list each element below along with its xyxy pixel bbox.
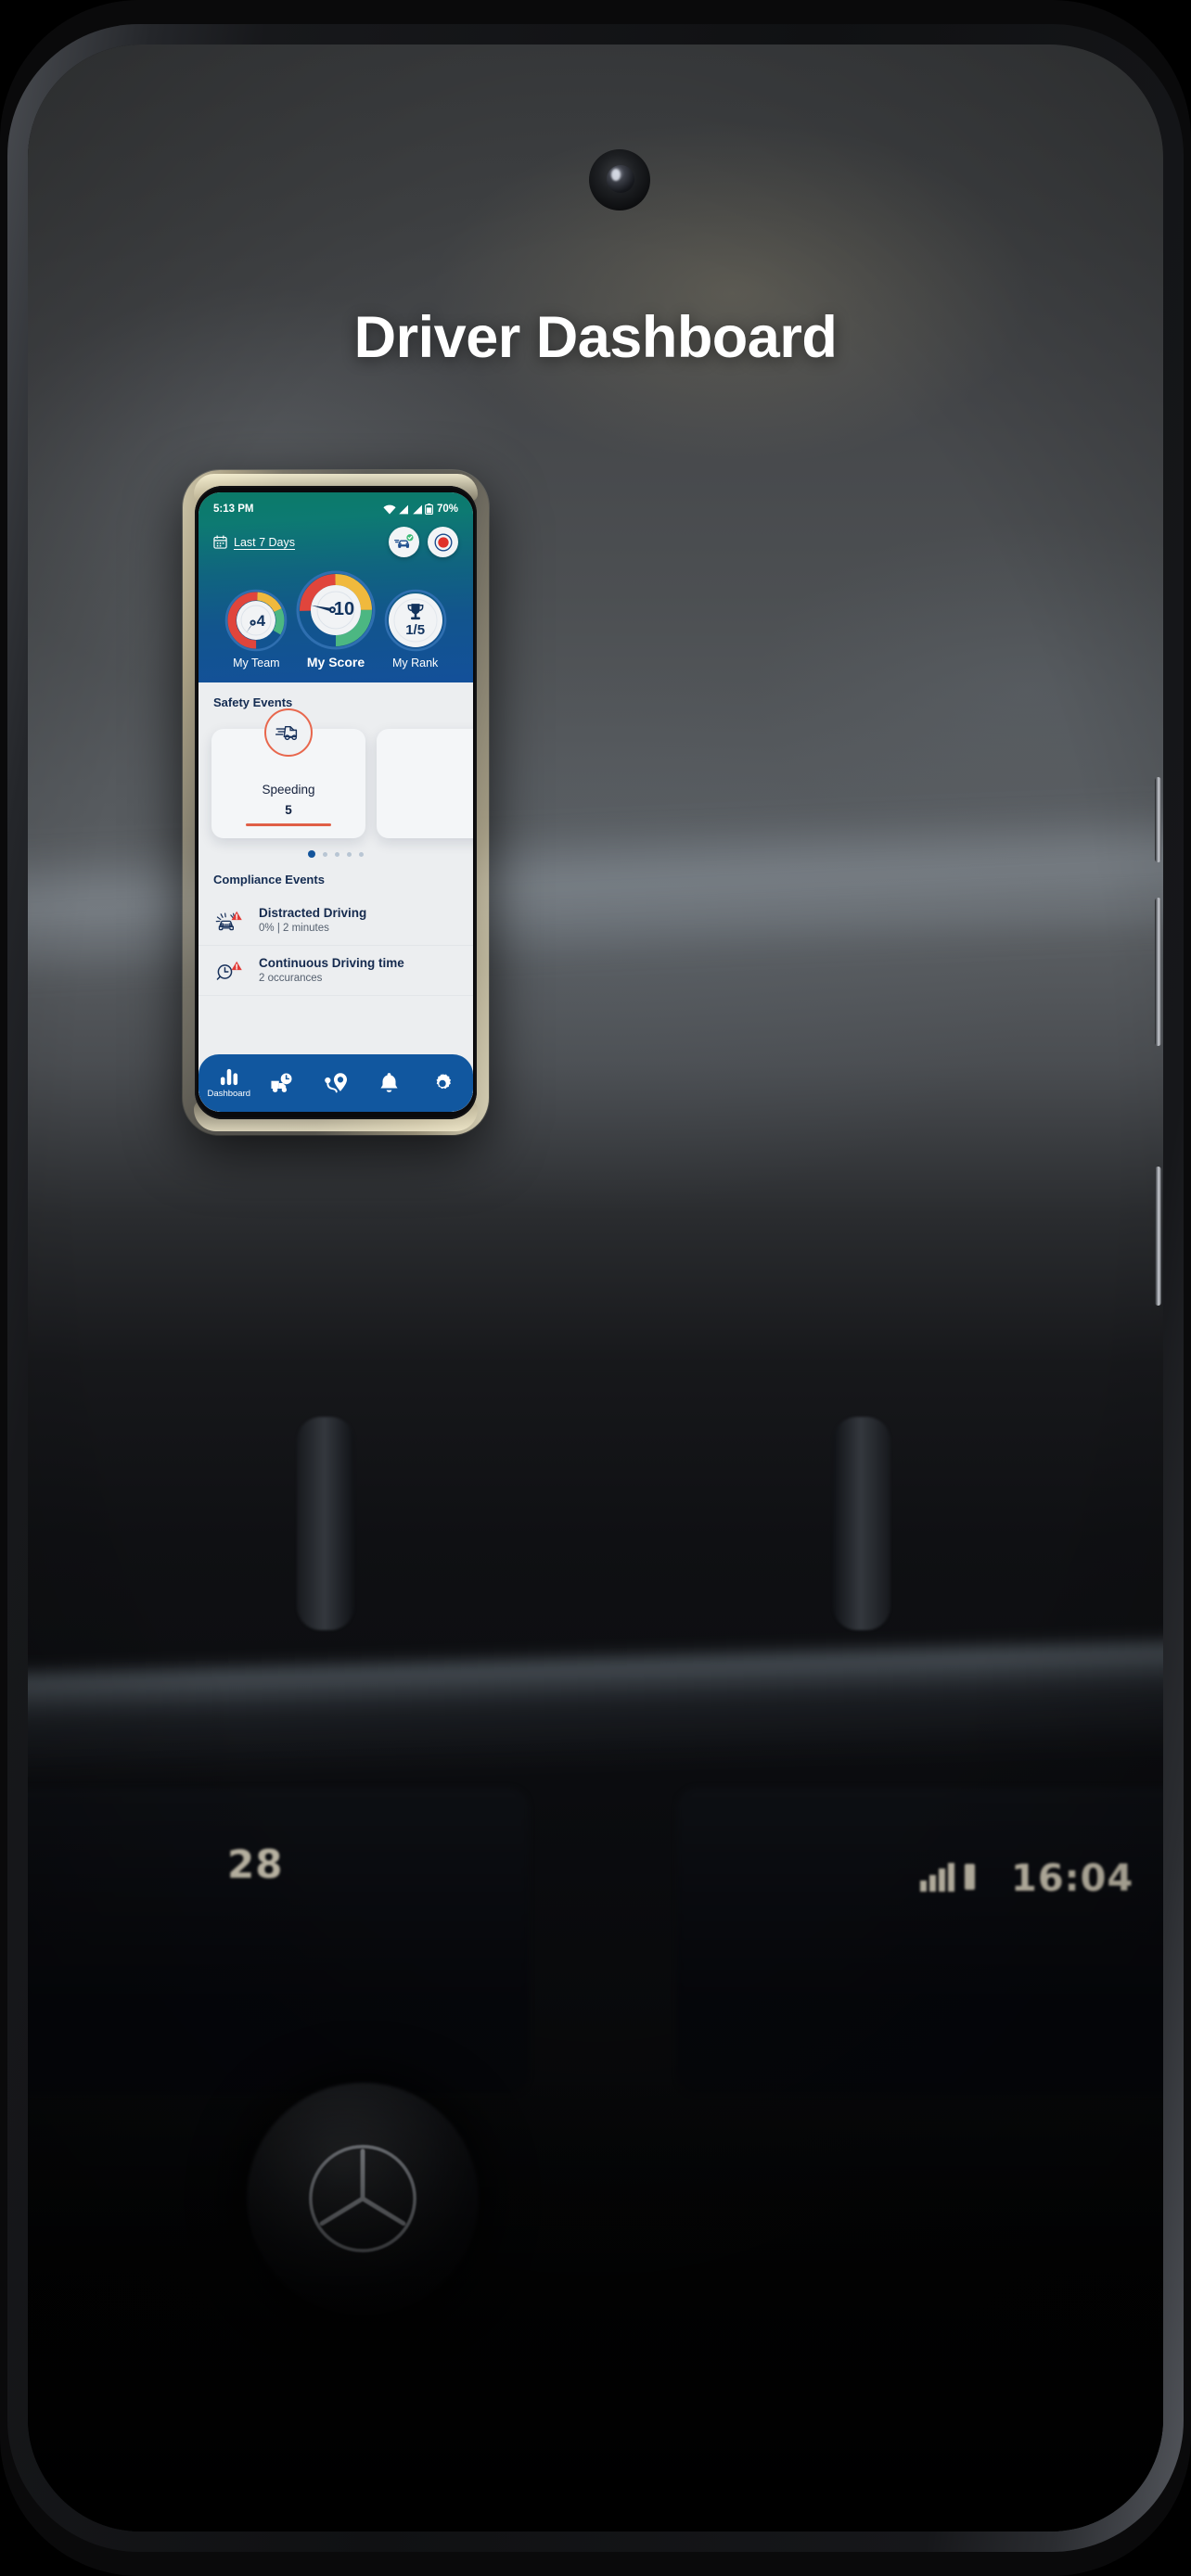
gauges-row: 4 My Team 10 My Score 1/5 My Rank — [211, 557, 460, 670]
compliance-subtitle: 0% | 2 minutes — [259, 923, 329, 934]
compliance-events-title: Compliance Events — [213, 873, 325, 886]
battery-icon — [425, 504, 434, 515]
mounted-phone: 5:13 PM 70% Last 7 Days 4 My Team 10 My … — [183, 470, 489, 1135]
my-team-label: My Team — [233, 657, 280, 670]
status-time: 5:13 PM — [213, 504, 254, 515]
camera-lens — [607, 165, 634, 193]
compliance-title: Distracted Driving — [259, 906, 367, 920]
distracted-driving-glyph — [215, 911, 242, 931]
car-check-icon — [393, 533, 414, 548]
nav-item-settings[interactable] — [416, 1072, 469, 1094]
phone-body: 5:13 PM 70% Last 7 Days 4 My Team 10 My … — [195, 486, 477, 1119]
trophy-icon — [407, 604, 424, 620]
compliance-events-list: Distracted Driving 0% | 2 minutes Contin… — [198, 896, 473, 996]
compliance-text: Distracted Driving 0% | 2 minutes — [259, 906, 366, 934]
route-pin-icon — [325, 1073, 347, 1093]
safety-event-name: Speeding — [262, 783, 315, 797]
my-team-value: 4 — [256, 612, 266, 630]
carousel-pagination[interactable] — [198, 850, 473, 858]
safety-event-card[interactable]: Speeding 5 — [211, 708, 365, 838]
record-target-icon — [434, 533, 452, 551]
volume-up-button[interactable] — [1155, 777, 1161, 862]
nav-item-dashboard[interactable]: Dashboard — [202, 1067, 256, 1099]
rank-content: 1/5 — [384, 589, 447, 652]
carousel-dot[interactable] — [347, 851, 352, 857]
safety-event-card-next[interactable] — [377, 729, 473, 838]
bell-icon — [380, 1073, 398, 1092]
record-trip-button[interactable] — [428, 527, 458, 557]
nav-label-dashboard: Dashboard — [207, 1089, 251, 1099]
gear-icon — [436, 1074, 452, 1090]
nav-item-trips[interactable] — [256, 1072, 310, 1094]
app-body: Safety Events Speeding 5 Compliance Even… — [198, 682, 473, 1112]
my-score-label: My Score — [306, 655, 365, 670]
bottom-navigation: Dashboard — [198, 1054, 473, 1112]
nav-item-alerts[interactable] — [363, 1072, 416, 1094]
clock-alert-icon — [215, 956, 247, 985]
camera-glint — [611, 169, 621, 181]
wifi-icon — [383, 504, 396, 514]
status-indicators: 70% — [383, 504, 458, 515]
nav-item-route[interactable] — [309, 1072, 363, 1094]
header-actions — [389, 527, 458, 557]
photo-vignette — [28, 45, 1163, 2531]
compliance-row[interactable]: Continuous Driving time 2 occurances — [198, 946, 473, 996]
compliance-text: Continuous Driving time 2 occurances — [259, 956, 404, 984]
carousel-dot[interactable] — [359, 851, 364, 857]
safety-events-title: Safety Events — [213, 695, 293, 709]
carousel-dot[interactable] — [308, 850, 315, 858]
outer-device-frame: 28 16:04 Driver Dashboard — [0, 0, 1191, 2576]
my-rank-label: My Rank — [391, 657, 439, 670]
volume-down-button[interactable] — [1155, 898, 1161, 1046]
my-score-gauge[interactable]: 10 My Score — [296, 570, 376, 670]
speeding-truck-glyph — [275, 725, 298, 741]
bar-chart-icon — [220, 1068, 237, 1086]
safety-event-underline — [246, 823, 331, 826]
page-title: Driver Dashboard — [353, 305, 838, 370]
clock-alert-glyph — [216, 961, 242, 980]
safety-events-carousel[interactable]: Speeding 5 — [198, 708, 473, 838]
my-rank-gauge[interactable]: 1/5 My Rank — [384, 589, 447, 670]
calendar-icon — [213, 535, 227, 549]
battery-percent: 70% — [436, 504, 458, 515]
signal-bars-icon — [399, 504, 409, 514]
distracted-driving-alert-icon — [215, 906, 247, 935]
device-screen-area: 28 16:04 Driver Dashboard — [28, 45, 1163, 2531]
power-button[interactable] — [1155, 1167, 1161, 1306]
compliance-row[interactable]: Distracted Driving 0% | 2 minutes — [198, 896, 473, 946]
compliance-title: Continuous Driving time — [259, 956, 404, 970]
date-range-label: Last 7 Days — [234, 535, 296, 549]
date-range-selector[interactable]: Last 7 Days — [213, 535, 295, 549]
app-header: 5:13 PM 70% Last 7 Days 4 My Team 10 My … — [198, 492, 473, 682]
speeding-truck-icon — [264, 708, 313, 757]
my-team-gauge[interactable]: 4 My Team — [224, 589, 288, 670]
carousel-dot[interactable] — [335, 851, 339, 857]
safety-event-count: 5 — [285, 803, 292, 818]
date-range-row: Last 7 Days — [211, 527, 460, 557]
carousel-dot[interactable] — [323, 851, 327, 857]
compliance-subtitle: 2 occurances — [259, 973, 323, 984]
signal-bars-icon — [413, 504, 422, 514]
status-bar: 5:13 PM 70% — [211, 502, 460, 515]
app-screen: 5:13 PM 70% Last 7 Days 4 My Team 10 My … — [198, 492, 473, 1112]
my-score-value: 10 — [333, 598, 355, 619]
my-rank-value: 1/5 — [405, 622, 426, 638]
truck-clock-icon — [271, 1073, 292, 1092]
vehicle-status-button[interactable] — [389, 527, 419, 557]
front-camera-icon — [589, 149, 650, 210]
